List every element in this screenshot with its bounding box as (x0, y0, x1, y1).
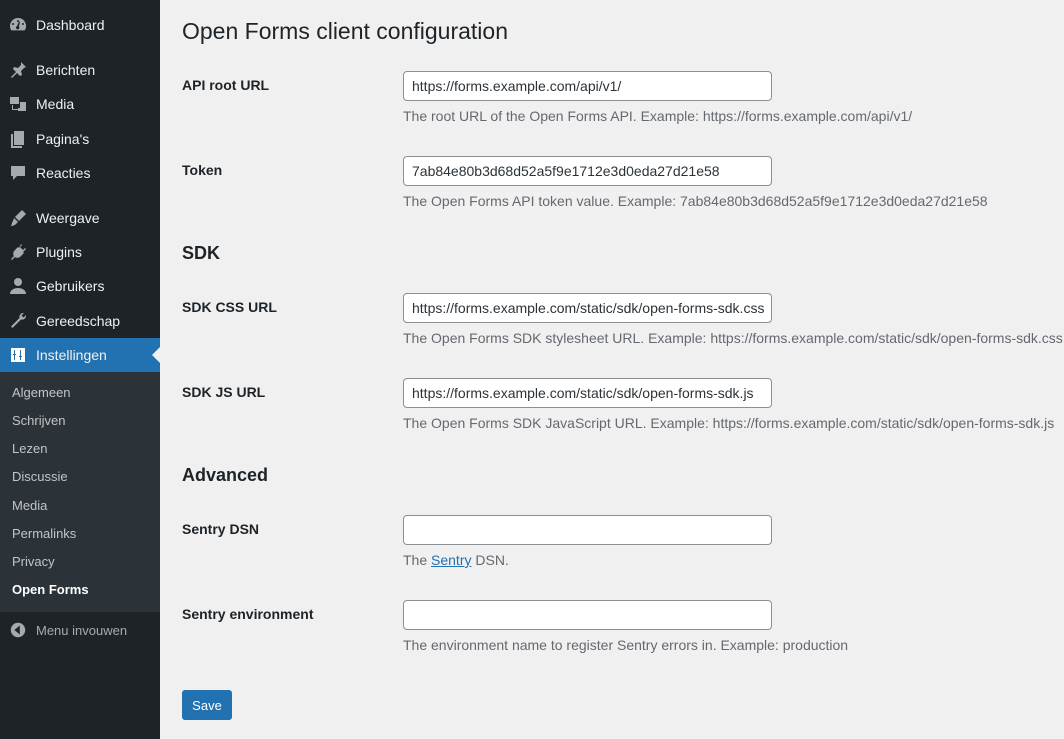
sentry-dsn-desc-suffix: DSN. (471, 552, 509, 568)
plugins-icon (0, 242, 36, 262)
tools-icon (0, 311, 36, 331)
menu-item-dashboard[interactable]: Dashboard (0, 8, 160, 42)
token-description: The Open Forms API token value. Example:… (403, 193, 988, 209)
menu-item-label: Plugins (36, 244, 82, 260)
sdk-js-url-label: SDK JS URL (182, 384, 266, 400)
menu-item-reacties[interactable]: Reacties (0, 156, 160, 190)
settings-submenu: Algemeen Schrijven Lezen Discussie Media… (0, 372, 160, 612)
menu-item-label: Media (36, 96, 75, 112)
save-button[interactable]: Save (182, 690, 232, 720)
menu-item-berichten[interactable]: Berichten (0, 53, 160, 87)
advanced-section-title: Advanced (182, 465, 269, 485)
menu-item-label: Gereedschap (36, 313, 121, 329)
menu-item-plugins[interactable]: Plugins (0, 235, 160, 269)
menu-item-label: Gebruikers (36, 278, 105, 294)
menu-item-paginas[interactable]: Pagina's (0, 122, 160, 156)
settings-icon (0, 345, 36, 365)
main-content: Open Forms client configuration API root… (182, 0, 1063, 739)
media-icon (0, 94, 36, 114)
submenu-item-schrijven[interactable]: Schrijven (12, 411, 65, 431)
dashboard-icon (0, 15, 36, 35)
submenu-item-algemeen[interactable]: Algemeen (12, 383, 71, 403)
sentry-environment-label: Sentry environment (182, 606, 314, 622)
collapse-menu-button[interactable]: Menu invouwen (0, 617, 160, 643)
menu-item-media[interactable]: Media (0, 87, 160, 121)
menu-item-instellingen[interactable]: Instellingen (0, 338, 160, 372)
menu-item-gebruikers[interactable]: Gebruikers (0, 269, 160, 303)
menu-item-label: Instellingen (36, 347, 107, 363)
sentry-dsn-description: The Sentry DSN. (403, 550, 509, 570)
menu-item-label: Pagina's (36, 131, 90, 147)
api-root-url-description: The root URL of the Open Forms API. Exam… (403, 108, 913, 124)
token-label: Token (182, 162, 223, 178)
pages-icon (0, 129, 36, 149)
menu-item-gereedschap[interactable]: Gereedschap (0, 304, 160, 338)
sdk-css-url-description: The Open Forms SDK stylesheet URL. Examp… (403, 330, 1063, 346)
submenu-item-permalinks[interactable]: Permalinks (12, 524, 76, 544)
page-title: Open Forms client configuration (182, 18, 508, 44)
sdk-js-url-input[interactable]: https://forms.example.com/static/sdk/ope… (403, 378, 772, 408)
sdk-js-url-description: The Open Forms SDK JavaScript URL. Examp… (403, 415, 1055, 431)
sdk-css-url-input[interactable]: https://forms.example.com/static/sdk/ope… (403, 293, 772, 323)
submenu-item-media[interactable]: Media (12, 496, 47, 516)
submenu-item-discussie[interactable]: Discussie (12, 467, 68, 487)
collapse-menu-label: Menu invouwen (36, 622, 128, 638)
sdk-section-title: SDK (182, 243, 221, 263)
token-input[interactable]: 7ab84e80b3d68d52a5f9e1712e3d0eda27d21e58 (403, 156, 772, 186)
sentry-dsn-label: Sentry DSN (182, 521, 260, 537)
appearance-icon (0, 208, 36, 228)
submenu-item-open-forms[interactable]: Open Forms (12, 580, 89, 600)
pushpin-icon (0, 60, 36, 80)
sentry-dsn-desc-prefix: The (403, 552, 432, 568)
submenu-item-lezen[interactable]: Lezen (12, 439, 47, 459)
sdk-css-url-label: SDK CSS URL (182, 299, 277, 315)
comments-icon (0, 163, 36, 183)
menu-item-label: Berichten (36, 62, 96, 78)
menu-item-label: Dashboard (36, 17, 105, 33)
menu-item-label: Reacties (36, 165, 91, 181)
submenu-item-privacy[interactable]: Privacy (12, 552, 55, 572)
menu-item-weergave[interactable]: Weergave (0, 201, 160, 235)
collapse-arrow-icon (0, 621, 36, 639)
menu-item-label: Weergave (36, 210, 100, 226)
api-root-url-input[interactable]: https://forms.example.com/api/v1/ (403, 71, 772, 101)
sentry-link[interactable]: Sentry (431, 552, 471, 568)
sentry-dsn-input[interactable] (403, 515, 772, 545)
sentry-environment-input[interactable] (403, 600, 772, 630)
admin-sidebar: Dashboard Berichten Media Pagina's React… (0, 0, 160, 739)
users-icon (0, 276, 36, 296)
sentry-environment-description: The environment name to register Sentry … (403, 637, 849, 653)
api-root-url-label: API root URL (182, 77, 270, 93)
